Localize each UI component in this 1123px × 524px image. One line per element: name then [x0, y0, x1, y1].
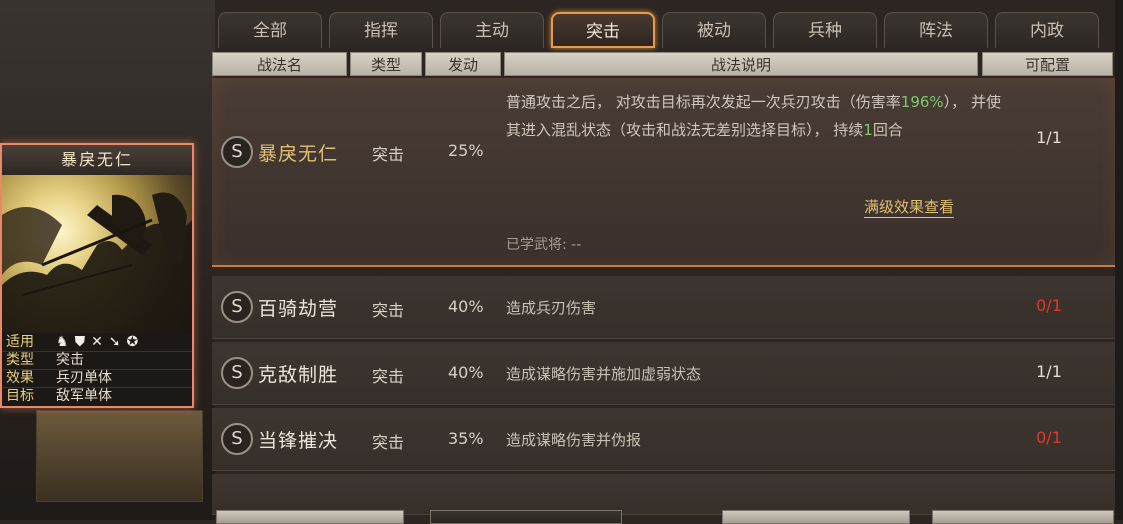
info-row-effect: 效果 兵刃单体 — [2, 369, 192, 388]
skill-config: 1/1 — [1036, 362, 1062, 381]
skill-detail-card: 暴戾无仁 适用 ♞⛊✕➘✪ 类型 突击 效果 兵刃单体 目标 敌军单体 — [0, 143, 194, 408]
skill-rate: 40% — [448, 363, 484, 382]
cavalry-icon: ♞ — [56, 334, 75, 350]
skill-type: 突击 — [372, 145, 405, 164]
skill-type: 突击 — [372, 367, 405, 386]
learned-generals: 已学武将: -- — [506, 237, 582, 253]
tab-active[interactable]: 主动 — [440, 12, 544, 48]
s-rank-icon: S — [221, 291, 253, 323]
skill-config: 0/1 — [1036, 428, 1062, 447]
card-info-table: 适用 ♞⛊✕➘✪ 类型 突击 效果 兵刃单体 目标 敌军单体 — [2, 333, 192, 406]
skill-name: 暴戾无仁 — [258, 143, 339, 165]
spear-icon: ➘ — [108, 334, 127, 350]
right-edge — [1115, 0, 1123, 520]
column-header-name[interactable]: 战法名 — [212, 52, 347, 76]
tab-internal[interactable]: 内政 — [995, 12, 1099, 48]
skill-type: 突击 — [372, 301, 405, 320]
bow-icon: ✕ — [91, 334, 109, 350]
skill-description: 造成谋略伤害并伪报 — [506, 431, 642, 449]
bottom-button-3[interactable] — [932, 510, 1114, 524]
column-header-type[interactable]: 类型 — [350, 52, 422, 76]
skill-rate: 35% — [448, 429, 484, 448]
tab-command[interactable]: 指挥 — [329, 12, 433, 48]
tab-passive[interactable]: 被动 — [662, 12, 766, 48]
s-rank-icon: S — [221, 357, 253, 389]
info-row-applicable: 适用 ♞⛊✕➘✪ — [2, 333, 192, 352]
tab-assault[interactable]: 突击 — [551, 12, 655, 48]
tab-all[interactable]: 全部 — [218, 12, 322, 48]
skill-description: 普通攻击之后， 对攻击目标再次发起一次兵刃攻击（伤害率196%）， 并使其进入混… — [506, 93, 1001, 139]
skill-name: 克敌制胜 — [258, 364, 339, 386]
skill-name: 百骑劫营 — [258, 298, 339, 320]
card-artwork — [2, 175, 192, 333]
bottom-input[interactable] — [430, 510, 622, 524]
card-title: 暴戾无仁 — [2, 145, 192, 175]
skill-description: 造成谋略伤害并施加虚弱状态 — [506, 365, 702, 383]
wheel-icon: ✪ — [126, 334, 145, 350]
full-effect-link[interactable]: 满级效果查看 — [864, 196, 955, 218]
skill-row[interactable]: S 百骑劫营 突击 40% 造成兵刃伤害 0/1 — [212, 276, 1115, 339]
s-rank-icon: S — [221, 136, 253, 168]
tab-formation[interactable]: 阵法 — [884, 12, 988, 48]
skill-row[interactable]: S 克敌制胜 突击 40% 造成谋略伤害并施加虚弱状态 1/1 — [212, 342, 1115, 405]
skill-type: 突击 — [372, 433, 405, 452]
tab-troop[interactable]: 兵种 — [773, 12, 877, 48]
cavalry-charge-illustration — [2, 192, 192, 333]
skill-description: 造成兵刃伤害 — [506, 299, 597, 317]
skill-row-partial[interactable] — [212, 474, 1115, 515]
category-tabs: 全部 指挥 主动 突击 被动 兵种 阵法 内政 — [218, 12, 1113, 50]
info-row-target: 目标 敌军单体 — [6, 388, 112, 404]
skill-config: 0/1 — [1036, 296, 1062, 315]
info-row-type: 类型 突击 — [2, 351, 192, 370]
bottom-button-2[interactable] — [722, 510, 910, 524]
skill-row-selected[interactable]: S 暴戾无仁 突击 25% 普通攻击之后， 对攻击目标再次发起一次兵刃攻击（伤害… — [212, 78, 1115, 267]
skill-row[interactable]: S 当锋摧决 突击 35% 造成谋略伤害并伪报 0/1 — [212, 408, 1115, 471]
column-header-desc[interactable]: 战法说明 — [504, 52, 978, 76]
skill-config: 1/1 — [1036, 128, 1062, 147]
column-header-rate[interactable]: 发动 — [425, 52, 501, 76]
card-backdrop-art — [36, 410, 203, 502]
skill-name: 当锋摧决 — [258, 430, 339, 452]
column-header-config[interactable]: 可配置 — [982, 52, 1113, 76]
bottom-button-1[interactable] — [216, 510, 404, 524]
skill-rate: 25% — [448, 141, 484, 160]
skill-list: S 暴戾无仁 突击 25% 普通攻击之后， 对攻击目标再次发起一次兵刃攻击（伤害… — [212, 78, 1115, 520]
shield-icon: ⛊ — [74, 334, 92, 350]
s-rank-icon: S — [221, 423, 253, 455]
unit-type-icons: ♞⛊✕➘✪ — [56, 333, 144, 351]
skill-rate: 40% — [448, 297, 484, 316]
